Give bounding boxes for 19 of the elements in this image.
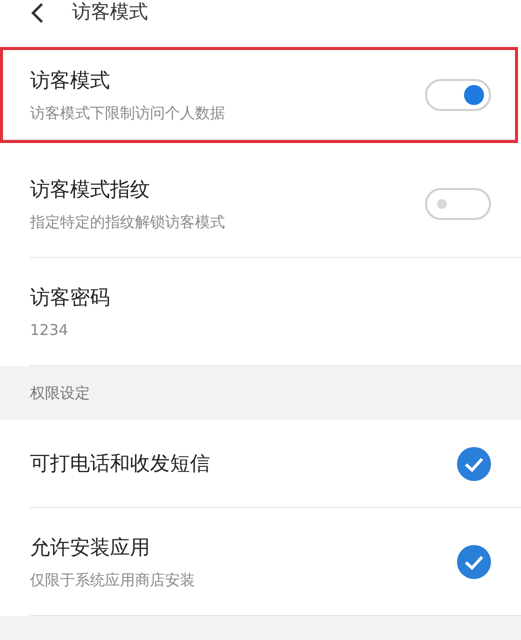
setting-subtitle: 1234 (30, 321, 70, 339)
highlighted-setting-row[interactable]: 访客模式 访客模式下限制访问个人数据 (3, 50, 515, 140)
setting-subtitle: 访客模式下限制访问个人数据 (30, 104, 225, 122)
toggle-switch[interactable] (425, 188, 491, 220)
checkbox-icon[interactable] (457, 446, 491, 480)
setting-subtitle: 指定特定的指纹解锁访客模式 (30, 212, 225, 232)
setting-title: 访客模式指纹 (30, 176, 151, 202)
toggle-switch[interactable] (425, 78, 491, 110)
setting-subtitle: 仅限于系统应用商店安装 (30, 570, 195, 590)
setting-title: 访客模式 (30, 66, 111, 94)
back-icon[interactable] (30, 2, 44, 24)
setting-title: 允许安装应用 (30, 534, 151, 560)
setting-title: 可打电话和收发短信 (30, 450, 210, 477)
setting-title: 访客密码 (30, 284, 110, 311)
header-title: 访客模式 (72, 0, 148, 24)
setting-row[interactable]: 访客模式指纹 指定特定的指纹解锁访客模式 (30, 150, 521, 258)
setting-row[interactable]: 可打电话和收发短信 (30, 420, 521, 508)
section-header: 权限设定 (0, 366, 521, 420)
checkbox-icon[interactable] (457, 544, 491, 578)
